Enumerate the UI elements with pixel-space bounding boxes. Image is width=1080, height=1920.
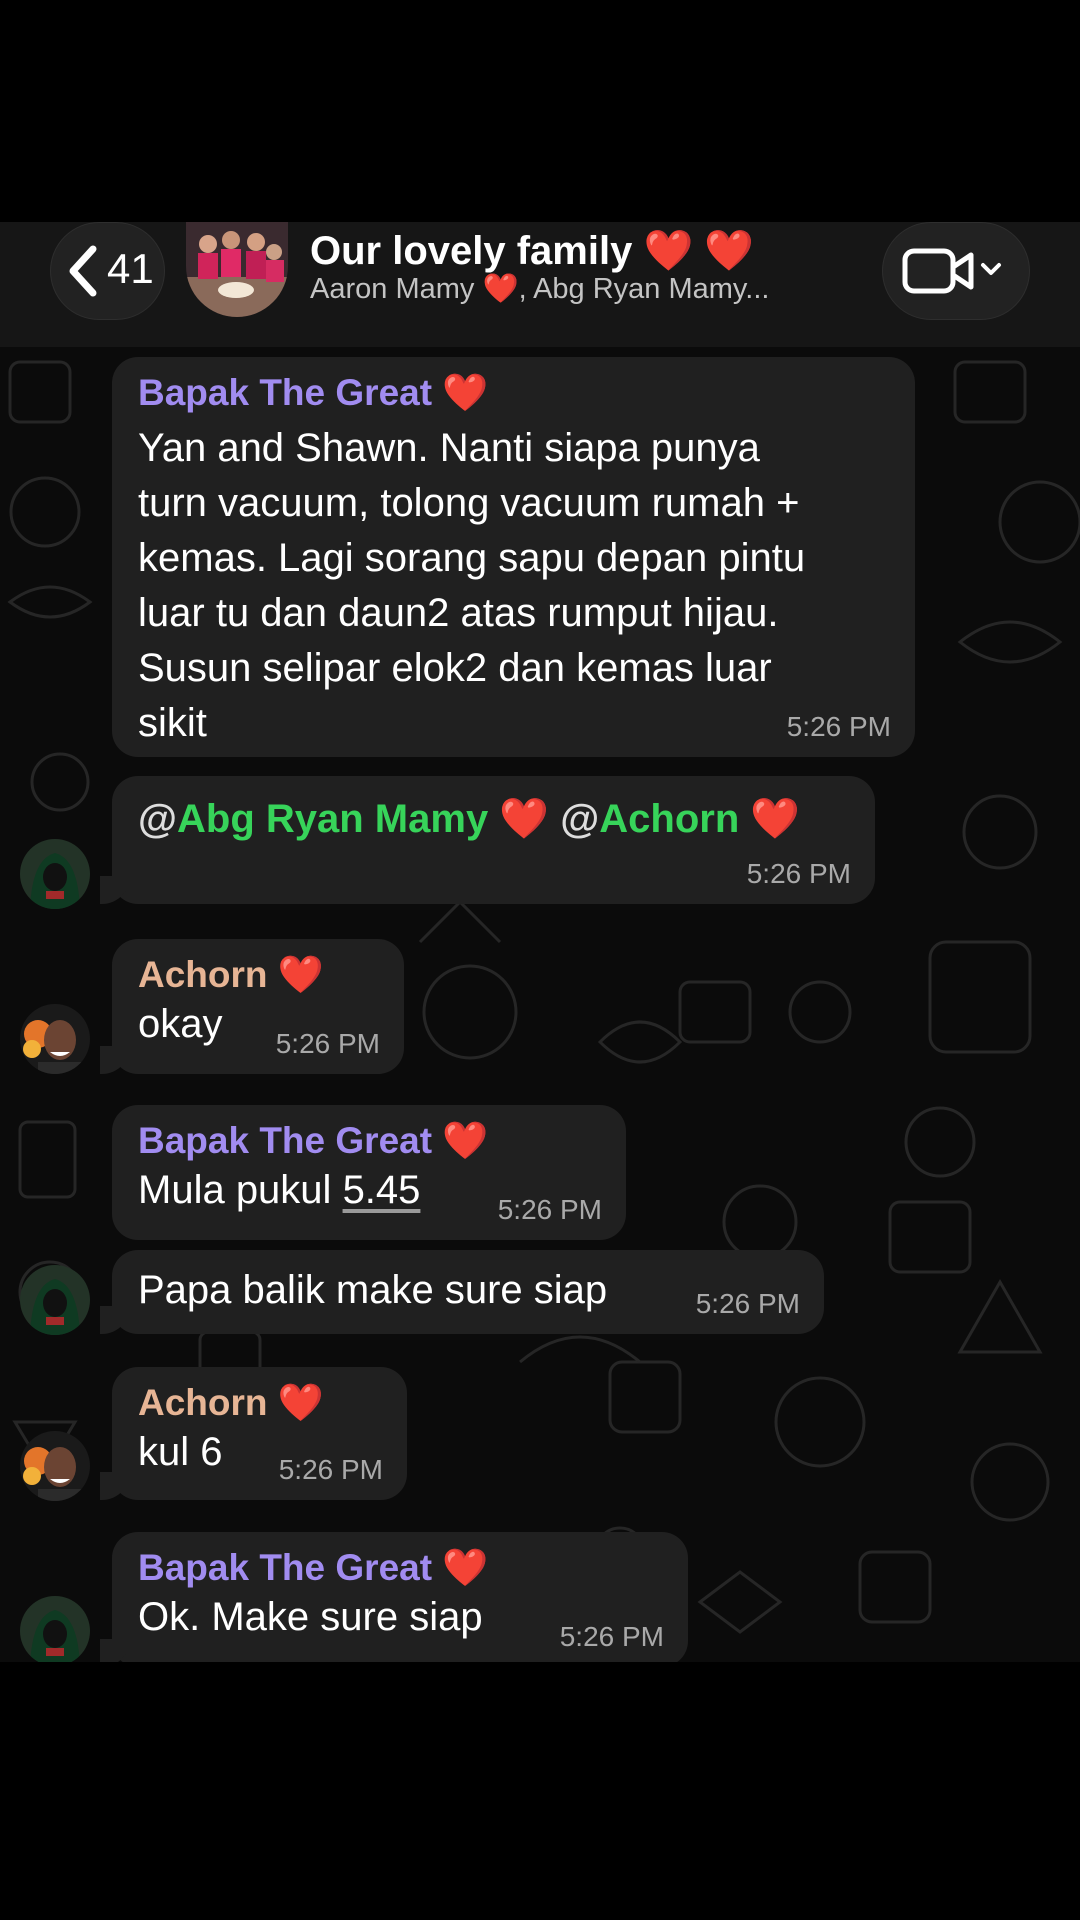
message-time: 5:26 PM bbox=[278, 1454, 383, 1485]
avatar[interactable] bbox=[20, 1004, 90, 1074]
message-time: 5:26 PM bbox=[695, 1288, 800, 1319]
message-sender: Bapak The Great ❤️ bbox=[138, 372, 489, 413]
message-bubble[interactable]: Bapak The Great ❤️ Ok. Make sure siap 5:… bbox=[100, 1532, 688, 1662]
avatar-hooded-icon bbox=[20, 1265, 90, 1335]
heart-icon: ❤️ bbox=[277, 1382, 324, 1423]
avatar[interactable] bbox=[20, 1596, 90, 1662]
heart-icon: ❤️ bbox=[442, 372, 489, 413]
message-time: 5:26 PM bbox=[275, 1028, 380, 1059]
chat-screen: 41 Our lovely family ❤️ ❤️ Aaron Mamy ❤️… bbox=[0, 222, 1080, 1662]
message-bubble[interactable]: Papa balik make sure siap 5:26 PM bbox=[100, 1250, 824, 1334]
heart-icon: ❤️ ❤️ bbox=[643, 229, 755, 273]
heart-icon: ❤️ bbox=[499, 797, 550, 841]
message-text: Yan and Shawn. Nanti siapa punya turn va… bbox=[138, 426, 806, 745]
heart-icon: ❤️ bbox=[750, 797, 801, 841]
message-time: 5:26 PM bbox=[786, 711, 891, 742]
message-time: 5:26 PM bbox=[559, 1621, 664, 1652]
video-camera-icon bbox=[902, 248, 1001, 294]
message-sender: Achorn ❤️ bbox=[138, 954, 324, 995]
chevron-down-icon bbox=[981, 263, 1001, 275]
group-avatar[interactable] bbox=[186, 222, 288, 317]
group-photo-icon bbox=[186, 222, 288, 317]
back-button[interactable]: 41 bbox=[50, 222, 165, 320]
video-call-button[interactable] bbox=[882, 222, 1030, 320]
heart-icon: ❤️ bbox=[277, 954, 324, 995]
unread-count: 41 bbox=[107, 245, 154, 292]
message-bubble[interactable]: Achorn ❤️ kul 6 5:26 PM bbox=[100, 1367, 407, 1500]
message-bubble[interactable]: Achorn ❤️ okay 5:26 PM bbox=[100, 939, 404, 1074]
avatar-person-icon bbox=[20, 1004, 90, 1074]
message-sender: Bapak The Great ❤️ bbox=[138, 1547, 489, 1588]
avatar-hooded-icon bbox=[20, 1596, 90, 1662]
message-sender: Achorn ❤️ bbox=[138, 1382, 324, 1423]
heart-icon: ❤️ bbox=[442, 1120, 489, 1161]
message-bubble[interactable]: Bapak The Great ❤️ Yan and Shawn. Nanti … bbox=[112, 357, 915, 757]
message-bubble[interactable]: Bapak The Great ❤️ Mula pukul 5.45 5:26 … bbox=[112, 1105, 626, 1240]
avatar-hooded-icon bbox=[20, 839, 90, 909]
group-members-subtitle[interactable]: Aaron Mamy ❤️, Abg Ryan Mamy... bbox=[310, 272, 769, 306]
chat-header: 41 Our lovely family ❤️ ❤️ Aaron Mamy ❤️… bbox=[0, 222, 1080, 347]
message-bubble[interactable]: @Abg Ryan Mamy ❤️ @Achorn ❤️ 5:26 PM bbox=[100, 776, 875, 904]
avatar[interactable] bbox=[20, 1431, 90, 1501]
message-time: 5:26 PM bbox=[746, 858, 851, 889]
heart-icon: ❤️ bbox=[442, 1547, 489, 1588]
heart-icon: ❤️ bbox=[482, 273, 519, 305]
message-time: 5:26 PM bbox=[497, 1194, 602, 1225]
chevron-left-icon bbox=[69, 245, 97, 297]
message-sender: Bapak The Great ❤️ bbox=[138, 1120, 489, 1161]
mention-link[interactable]: Achorn bbox=[599, 797, 739, 841]
mention-link[interactable]: Abg Ryan Mamy bbox=[177, 797, 488, 841]
avatar-person-icon bbox=[20, 1431, 90, 1501]
group-title[interactable]: Our lovely family ❤️ ❤️ bbox=[310, 227, 754, 274]
message-text: @Abg Ryan Mamy ❤️ @Achorn ❤️ bbox=[138, 797, 801, 841]
avatar[interactable] bbox=[20, 839, 90, 909]
time-link[interactable]: 5.45 bbox=[343, 1168, 421, 1212]
avatar[interactable] bbox=[20, 1265, 90, 1335]
